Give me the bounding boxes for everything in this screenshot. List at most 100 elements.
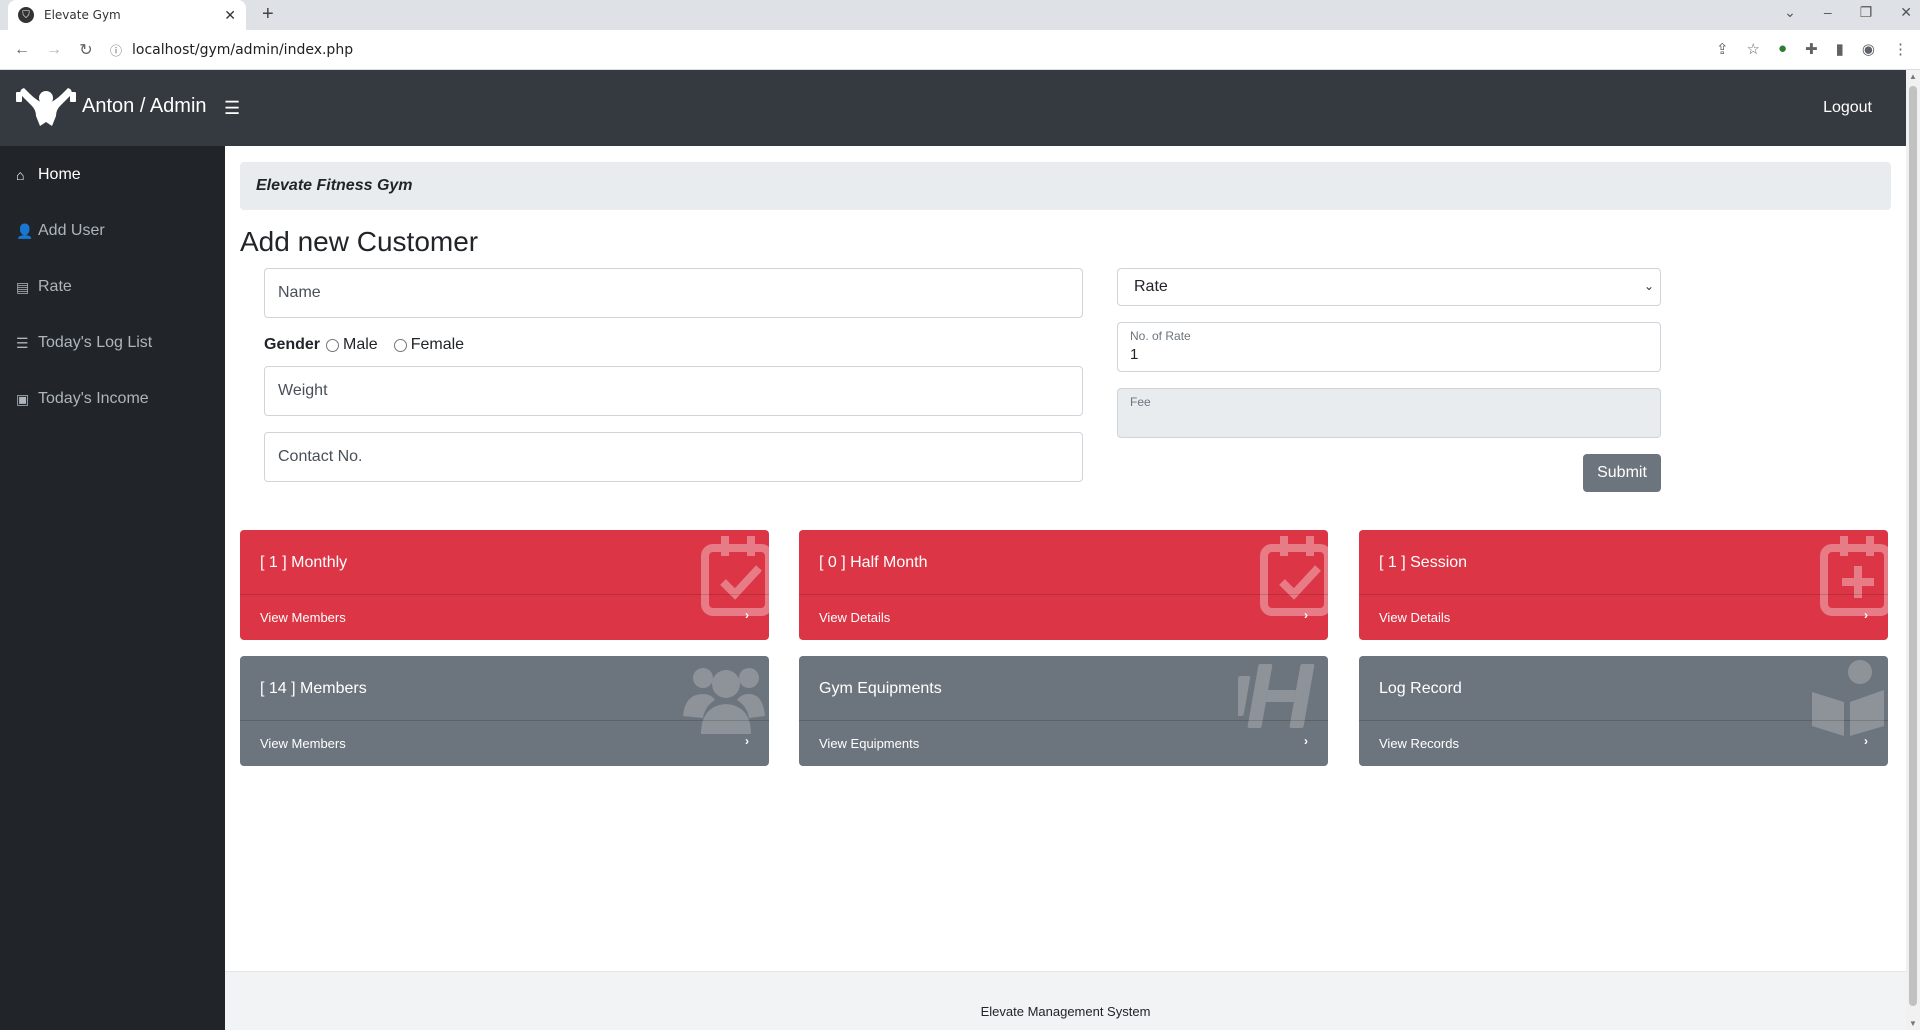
sidebar-item-home[interactable]: ⌂ Home: [16, 166, 81, 184]
fee-label: Fee: [1130, 395, 1151, 409]
card-link[interactable]: View Details: [1379, 610, 1450, 625]
card-link[interactable]: View Members: [260, 736, 346, 751]
gym-logo-icon: [16, 88, 76, 126]
tab-title: Elevate Gym: [44, 8, 121, 22]
male-radio[interactable]: [326, 338, 340, 352]
scroll-down-icon[interactable]: ▼: [1909, 1019, 1917, 1028]
sidebar-item-add-user[interactable]: 👤 Add User: [16, 222, 105, 240]
card-equipments: Gym Equipments View Equipments ›: [799, 656, 1328, 766]
sidebar-item-label: Today's Log List: [38, 334, 153, 351]
chevron-down-icon: ⌄: [1643, 279, 1654, 293]
address-bar: ← → ↻ ⓘ localhost/gym/admin/index.php ⇪ …: [0, 30, 1920, 70]
card-members: [ 14 ] Members View Members ›: [240, 656, 769, 766]
card-footer[interactable]: View Equipments ›: [799, 720, 1328, 766]
fee-input: Fee: [1117, 388, 1661, 438]
chevron-right-icon[interactable]: ›: [745, 734, 749, 748]
favicon-icon: ⛉: [18, 7, 34, 23]
profile-icon[interactable]: ◉: [1862, 40, 1875, 58]
brand[interactable]: Anton / Admin: [16, 84, 207, 128]
gender-label: Gender: [264, 336, 321, 353]
page-title: Add new Customer: [240, 226, 479, 257]
bookmark-star-icon[interactable]: ☆: [1747, 40, 1760, 58]
reload-icon[interactable]: ↻: [70, 40, 102, 60]
card-title: Log Record: [1379, 680, 1462, 697]
card-title: [ 0 ] Half Month: [819, 554, 928, 571]
browser-tab-bar: ⛉ Elevate Gym ✕ + ⌄ – ❐ ✕: [0, 0, 1920, 30]
no-of-rate-value: 1: [1130, 346, 1139, 363]
no-of-rate-input[interactable]: No. of Rate 1: [1117, 322, 1661, 372]
card-log-record: Log Record View Records ›: [1359, 656, 1888, 766]
user-check-icon: 👤: [16, 222, 34, 239]
window-controls: ⌄ – ❐ ✕: [1784, 4, 1912, 21]
card-title: Gym Equipments: [819, 680, 942, 697]
back-icon[interactable]: ←: [6, 41, 38, 59]
info-icon[interactable]: ⓘ: [110, 42, 122, 59]
logout-link[interactable]: Logout: [1823, 99, 1872, 117]
url-text[interactable]: localhost/gym/admin/index.php: [132, 42, 353, 58]
gender-group: Gender Male Female: [264, 336, 478, 354]
forward-icon[interactable]: →: [38, 41, 70, 59]
restore-icon[interactable]: ❐: [1860, 4, 1873, 21]
sidebar-item-label: Rate: [38, 278, 72, 295]
page-footer: Elevate Management System: [225, 971, 1906, 1030]
card-footer[interactable]: View Details ›: [799, 594, 1328, 640]
chevron-right-icon[interactable]: ›: [1304, 608, 1308, 622]
tab-search-icon[interactable]: ⌄: [1784, 4, 1796, 21]
scroll-thumb[interactable]: [1909, 86, 1917, 1006]
minimize-icon[interactable]: –: [1824, 4, 1832, 21]
contact-input[interactable]: Contact No.: [264, 432, 1083, 482]
female-label[interactable]: Female: [411, 336, 464, 354]
card-footer[interactable]: View Members ›: [240, 720, 769, 766]
sidebar-item-label: Add User: [38, 222, 105, 239]
card-monthly: [ 1 ] Monthly View Members ›: [240, 530, 769, 640]
chevron-right-icon[interactable]: ›: [1864, 734, 1868, 748]
sidebar-item-rate[interactable]: ▤ Rate: [16, 278, 72, 296]
no-of-rate-label: No. of Rate: [1130, 329, 1191, 343]
new-tab-icon[interactable]: +: [262, 3, 274, 26]
scroll-up-icon[interactable]: ▲: [1909, 72, 1917, 81]
chevron-right-icon[interactable]: ›: [745, 608, 749, 622]
page-scrollbar[interactable]: ▲ ▼: [1906, 70, 1920, 1030]
card-half-month: [ 0 ] Half Month View Details ›: [799, 530, 1328, 640]
card-link[interactable]: View Members: [260, 610, 346, 625]
share-icon[interactable]: ⇪: [1716, 40, 1729, 58]
list-icon: ☰: [16, 334, 29, 351]
brand-text: Anton / Admin: [82, 94, 207, 117]
card-link[interactable]: View Equipments: [819, 736, 919, 751]
male-label[interactable]: Male: [343, 336, 378, 354]
sidebar-item-log-list[interactable]: ☰ Today's Log List: [16, 334, 152, 352]
menu-icon[interactable]: ⋮: [1893, 40, 1908, 58]
card-title: [ 14 ] Members: [260, 680, 367, 697]
card-footer[interactable]: View Details ›: [1359, 594, 1888, 640]
submit-button[interactable]: Submit: [1583, 454, 1661, 492]
card-link[interactable]: View Records: [1379, 736, 1459, 751]
card-title: [ 1 ] Monthly: [260, 554, 348, 571]
hamburger-menu-icon[interactable]: ☰: [224, 98, 240, 119]
sidebar-item-income[interactable]: ▣ Today's Income: [16, 390, 149, 408]
browser-toolbar: ⇪ ☆ ● ✚ ▮ ◉ ⋮: [1716, 40, 1908, 58]
puzzle-icon[interactable]: ✚: [1805, 40, 1818, 58]
breadcrumb: Elevate Fitness Gym: [240, 162, 1891, 210]
female-radio[interactable]: [393, 338, 407, 352]
rate-select-value: Rate: [1134, 278, 1168, 295]
card-footer[interactable]: View Records ›: [1359, 720, 1888, 766]
chevron-right-icon[interactable]: ›: [1304, 734, 1308, 748]
chevron-right-icon[interactable]: ›: [1864, 608, 1868, 622]
rate-select[interactable]: Rate ⌄: [1117, 268, 1661, 306]
rate-table-icon: ▤: [16, 278, 30, 295]
card-link[interactable]: View Details: [819, 610, 890, 625]
close-tab-icon[interactable]: ✕: [224, 7, 236, 24]
card-title: [ 1 ] Session: [1379, 554, 1468, 571]
browser-tab[interactable]: ⛉ Elevate Gym ✕: [8, 0, 246, 30]
name-input[interactable]: Name: [264, 268, 1083, 318]
card-session: [ 1 ] Session View Details ›: [1359, 530, 1888, 640]
money-icon: ▣: [16, 390, 30, 407]
omnibox[interactable]: ⓘ localhost/gym/admin/index.php: [110, 35, 1530, 65]
card-footer[interactable]: View Members ›: [240, 594, 769, 640]
app-header: Anton / Admin ☰ Logout: [0, 70, 1906, 146]
sidebar-item-label: Home: [38, 166, 81, 183]
close-window-icon[interactable]: ✕: [1900, 4, 1912, 21]
extension-icon[interactable]: ●: [1778, 40, 1787, 58]
side-panel-icon[interactable]: ▮: [1836, 40, 1844, 58]
weight-input[interactable]: Weight: [264, 366, 1083, 416]
